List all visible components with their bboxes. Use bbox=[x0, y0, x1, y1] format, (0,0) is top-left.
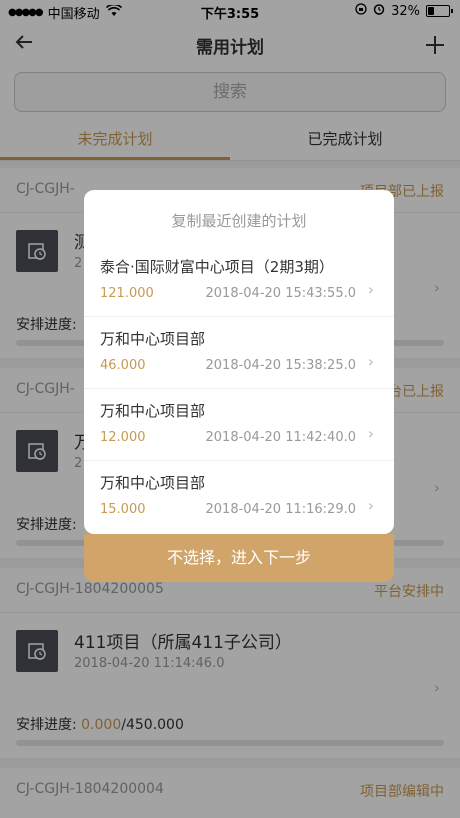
recent-plan-amount: 12.000 bbox=[100, 430, 146, 445]
copy-plan-dialog: 复制最近创建的计划 泰合·国际财富中心项目（2期3期） 121.000 2018… bbox=[84, 190, 394, 534]
recent-plan-time: 2018-04-20 15:38:25.0 bbox=[205, 358, 356, 373]
recent-plan-amount: 121.000 bbox=[100, 286, 154, 301]
chevron-right-icon: › bbox=[367, 496, 374, 515]
recent-plan-time: 2018-04-20 11:16:29.0 bbox=[205, 502, 356, 517]
recent-plan-item[interactable]: 万和中心项目部 15.000 2018-04-20 11:16:29.0 › bbox=[84, 460, 394, 532]
recent-plan-item[interactable]: 万和中心项目部 12.000 2018-04-20 11:42:40.0 › bbox=[84, 388, 394, 461]
recent-plan-name: 泰合·国际财富中心项目（2期3期） bbox=[100, 258, 334, 276]
recent-plan-name: 万和中心项目部 bbox=[100, 474, 206, 492]
skip-next-button[interactable]: 不选择，进入下一步 bbox=[84, 534, 394, 582]
recent-plan-item[interactable]: 万和中心项目部 46.000 2018-04-20 15:38:25.0 › bbox=[84, 316, 394, 389]
recent-plan-time: 2018-04-20 15:43:55.0 bbox=[205, 286, 356, 301]
chevron-right-icon: › bbox=[367, 280, 374, 299]
recent-plan-amount: 46.000 bbox=[100, 358, 146, 373]
recent-plan-name: 万和中心项目部 bbox=[100, 402, 206, 420]
chevron-right-icon: › bbox=[367, 352, 374, 371]
recent-plan-amount: 15.000 bbox=[100, 502, 146, 517]
recent-plan-time: 2018-04-20 11:42:40.0 bbox=[205, 430, 356, 445]
dialog-title: 复制最近创建的计划 bbox=[171, 212, 307, 230]
chevron-right-icon: › bbox=[367, 424, 374, 443]
recent-plan-name: 万和中心项目部 bbox=[100, 330, 206, 348]
screen: ●●●●● 中国移动 下午3:55 32% 需用计划 搜索 未完成计划 已完成计… bbox=[0, 0, 460, 818]
recent-plan-item[interactable]: 泰合·国际财富中心项目（2期3期） 121.000 2018-04-20 15:… bbox=[84, 244, 394, 317]
